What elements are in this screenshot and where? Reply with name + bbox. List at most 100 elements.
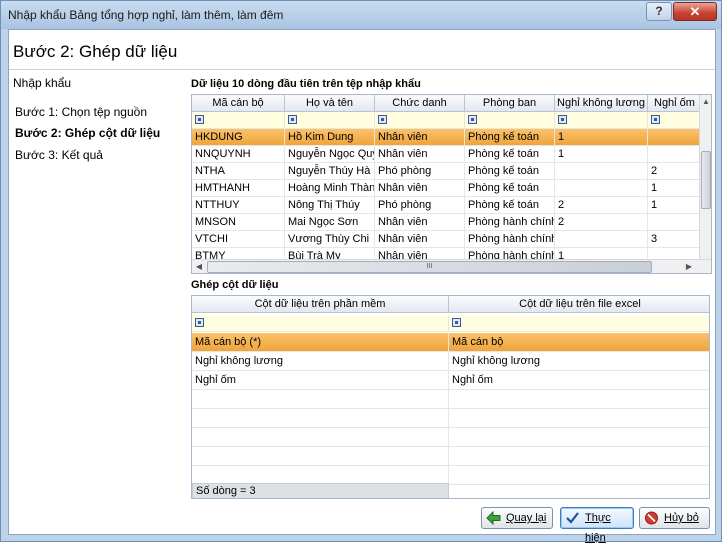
preview-cell[interactable]: Nhân viên: [375, 231, 465, 248]
preview-cell[interactable]: Nhân viên: [375, 129, 465, 146]
mapping-cell[interactable]: [449, 447, 709, 466]
preview-cell[interactable]: [648, 146, 700, 163]
filter-icon[interactable]: [651, 115, 660, 124]
preview-cell[interactable]: Phòng hành chính: [465, 214, 555, 231]
preview-cell[interactable]: Nhân viên: [375, 180, 465, 197]
help-button[interactable]: ?: [646, 2, 672, 21]
preview-vertical-scrollbar[interactable]: ▲: [699, 95, 711, 259]
mapping-cell[interactable]: [449, 428, 709, 447]
horizontal-scroll-thumb[interactable]: III: [207, 261, 652, 273]
preview-cell[interactable]: Vương Thùy Chi: [285, 231, 375, 248]
filter-icon[interactable]: [452, 318, 461, 327]
preview-cell[interactable]: [648, 129, 700, 146]
preview-cell[interactable]: MNSON: [192, 214, 285, 231]
preview-table-row[interactable]: VTCHI Vương Thùy Chi Nhân viên Phòng hành c…: [192, 231, 700, 248]
mapping-cell[interactable]: Mã cán bộ (*): [192, 333, 449, 352]
mapping-col-header[interactable]: Cột dữ liệu trên file excel: [449, 296, 709, 313]
preview-cell[interactable]: 1: [648, 197, 700, 214]
mapping-cell[interactable]: [192, 447, 449, 466]
preview-cell[interactable]: Mai Ngọc Sơn: [285, 214, 375, 231]
step-item-1[interactable]: Bước 1: Chọn tệp nguồn: [15, 105, 147, 119]
preview-table-row[interactable]: MNSON Mai Ngọc Sơn Nhân viên Phòng hành chí…: [192, 214, 700, 231]
preview-cell[interactable]: Nguyễn Thúy Hà: [285, 163, 375, 180]
mapping-cell[interactable]: [449, 390, 709, 409]
execute-button[interactable]: Thực hiện: [560, 507, 634, 544]
mapping-cell[interactable]: Nghỉ không lương: [192, 352, 449, 371]
preview-cell[interactable]: Nông Thị Thúy: [285, 197, 375, 214]
preview-cell[interactable]: [555, 163, 648, 180]
preview-cell[interactable]: HKDUNG: [192, 129, 285, 146]
mapping-cell[interactable]: [192, 409, 449, 428]
preview-cell[interactable]: 2: [555, 214, 648, 231]
preview-table-row[interactable]: HKDUNG Hồ Kim Dung Nhân viên Phòng kế toán 1: [192, 129, 700, 146]
preview-cell[interactable]: Phó phòng: [375, 197, 465, 214]
preview-cell[interactable]: Nhân viên: [375, 214, 465, 231]
mapping-cell[interactable]: Nghỉ không lương: [449, 352, 709, 371]
preview-cell[interactable]: [648, 214, 700, 231]
mapping-cell[interactable]: Mã cán bộ: [449, 333, 709, 352]
preview-cell[interactable]: 2: [555, 197, 648, 214]
preview-cell[interactable]: Phòng kế toán: [465, 146, 555, 163]
mapping-cell[interactable]: [449, 409, 709, 428]
filter-icon[interactable]: [288, 115, 297, 124]
preview-cell[interactable]: Phòng kế toán: [465, 163, 555, 180]
close-button[interactable]: ✕: [673, 2, 717, 21]
filter-icon[interactable]: [195, 115, 204, 124]
preview-col-header[interactable]: Nghỉ ốm: [648, 95, 700, 112]
preview-cell[interactable]: HMTHANH: [192, 180, 285, 197]
preview-cell[interactable]: [555, 231, 648, 248]
back-button[interactable]: Quay lại: [481, 507, 553, 529]
preview-horizontal-scrollbar[interactable]: ◀ III ▶: [192, 259, 711, 273]
preview-cell[interactable]: 2: [648, 163, 700, 180]
mapping-empty-row[interactable]: [192, 428, 709, 447]
vertical-scroll-thumb[interactable]: [701, 151, 711, 209]
mapping-table-row[interactable]: Nghỉ không lương Nghỉ không lương: [192, 352, 709, 371]
preview-table-row[interactable]: HMTHANH Hoàng Minh Thành Nhân viên Phòng kế…: [192, 180, 700, 197]
scroll-up-arrow-icon[interactable]: ▲: [700, 95, 711, 109]
mapping-cell[interactable]: [449, 466, 709, 485]
filter-icon[interactable]: [558, 115, 567, 124]
preview-cell[interactable]: Phó phòng: [375, 163, 465, 180]
filter-icon[interactable]: [195, 318, 204, 327]
step-item-3[interactable]: Bước 3: Kết quả: [15, 148, 103, 162]
preview-cell[interactable]: NNQUYNH: [192, 146, 285, 163]
mapping-cell[interactable]: [192, 428, 449, 447]
preview-cell[interactable]: Phòng kế toán: [465, 180, 555, 197]
preview-cell[interactable]: 1: [648, 180, 700, 197]
preview-cell[interactable]: VTCHI: [192, 231, 285, 248]
preview-table-row[interactable]: NTTHUY Nông Thị Thúy Phó phòng Phòng kế toá…: [192, 197, 700, 214]
preview-col-header[interactable]: Nghỉ không lương: [555, 95, 648, 112]
filter-icon[interactable]: [468, 115, 477, 124]
preview-cell[interactable]: Hoàng Minh Thành: [285, 180, 375, 197]
preview-col-header[interactable]: Chức danh: [375, 95, 465, 112]
preview-col-header[interactable]: Phòng ban: [465, 95, 555, 112]
preview-col-header[interactable]: Họ và tên: [285, 95, 375, 112]
preview-cell[interactable]: 1: [555, 129, 648, 146]
preview-cell[interactable]: Phòng kế toán: [465, 197, 555, 214]
cancel-button[interactable]: Hủy bỏ: [639, 507, 710, 529]
mapping-cell[interactable]: Nghỉ ốm: [449, 371, 709, 390]
mapping-table-row[interactable]: Nghỉ ốm Nghỉ ốm: [192, 371, 709, 390]
mapping-empty-row[interactable]: [192, 390, 709, 409]
preview-cell[interactable]: Nguyễn Ngọc Quỳnh: [285, 146, 375, 163]
scroll-right-arrow-icon[interactable]: ▶: [682, 260, 696, 273]
preview-cell[interactable]: Phòng hành chính: [465, 231, 555, 248]
preview-cell[interactable]: NTTHUY: [192, 197, 285, 214]
preview-cell[interactable]: Nhân viên: [375, 146, 465, 163]
mapping-table-row[interactable]: Mã cán bộ (*) Mã cán bộ: [192, 333, 709, 352]
preview-table-row[interactable]: NNQUYNHNguyễn Ngọc QuỳnhNhân viênPhòng k…: [192, 146, 700, 163]
mapping-cell[interactable]: Nghỉ ốm: [192, 371, 449, 390]
preview-cell[interactable]: 3: [648, 231, 700, 248]
preview-cell[interactable]: NTHA: [192, 163, 285, 180]
mapping-col-header[interactable]: Cột dữ liệu trên phần mềm: [192, 296, 449, 313]
scroll-left-arrow-icon[interactable]: ◀: [192, 260, 206, 273]
preview-table-row[interactable]: NTHA Nguyễn Thúy Hà Phó phòng Phòng kế toán…: [192, 163, 700, 180]
mapping-cell[interactable]: [192, 390, 449, 409]
mapping-empty-row[interactable]: [192, 447, 709, 466]
preview-col-header[interactable]: Mã cán bộ: [192, 95, 285, 112]
mapping-empty-row[interactable]: [192, 409, 709, 428]
step-item-2[interactable]: Bước 2: Ghép cột dữ liệu: [15, 126, 160, 140]
preview-cell[interactable]: Phòng kế toán: [465, 129, 555, 146]
preview-cell[interactable]: Hồ Kim Dung: [285, 129, 375, 146]
filter-icon[interactable]: [378, 115, 387, 124]
